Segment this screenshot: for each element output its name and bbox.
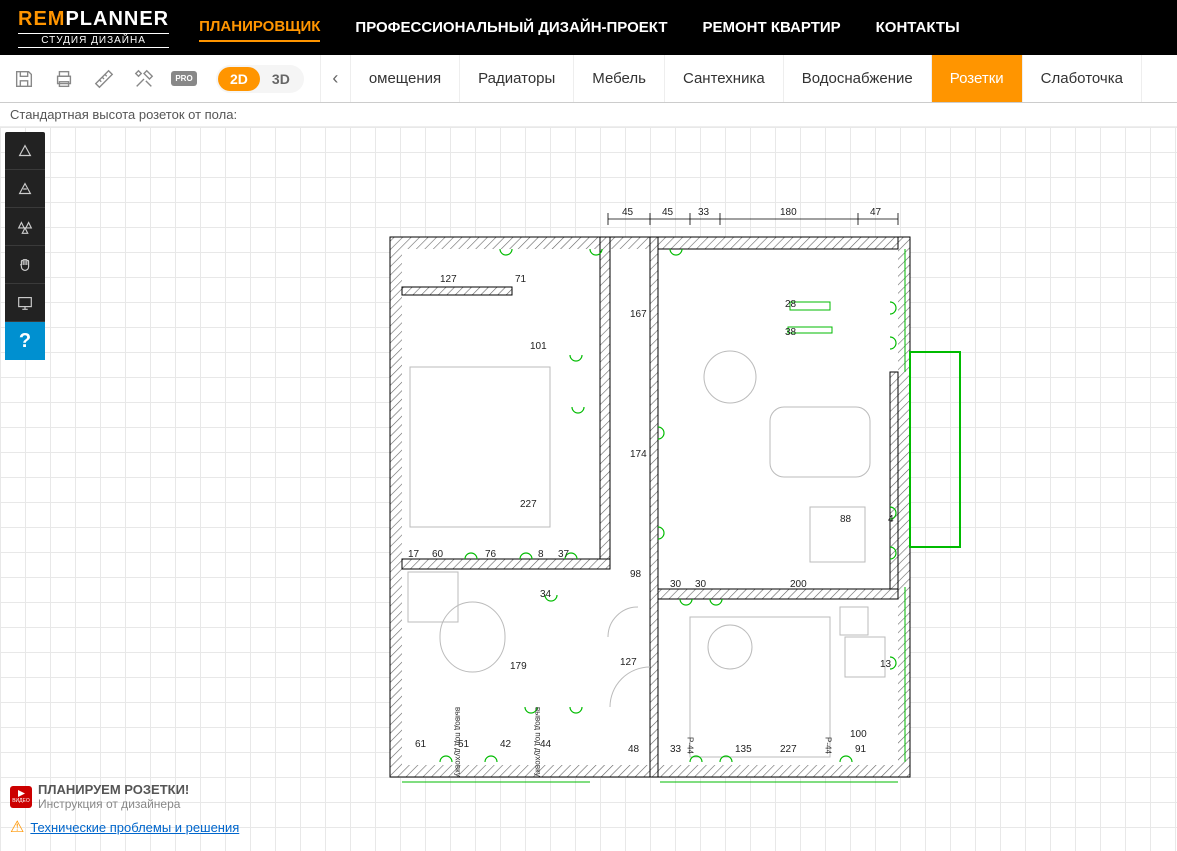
logo-planner: PLANNER [65,8,169,30]
cat-plumbing[interactable]: Сантехника [665,55,784,102]
logo-sub: СТУДИЯ ДИЗАЙНА [18,33,169,48]
side-toolbar: ? [5,132,45,360]
svg-text:37: 37 [558,549,570,560]
svg-text:48: 48 [628,744,640,755]
svg-text:30: 30 [670,579,682,590]
cat-water[interactable]: Водоснабжение [784,55,932,102]
logo[interactable]: REMPLANNER СТУДИЯ ДИЗАЙНА [18,8,169,48]
svg-text:200: 200 [790,579,807,590]
svg-text:34: 34 [540,589,552,600]
save-icon[interactable] [8,63,40,95]
tools-icon[interactable] [128,63,160,95]
tool-hand-icon[interactable] [5,246,45,284]
floorplan[interactable]: 45 45 33 180 47 127 71 167 28 38 101 174… [390,207,960,790]
svg-text:вывод под духовку: вывод под духовку [454,707,463,777]
svg-text:42: 42 [500,739,512,750]
svg-text:179: 179 [510,661,527,672]
svg-text:45: 45 [662,207,674,218]
main-area: ? [0,127,1177,851]
pro-badge[interactable]: PRO [168,63,200,95]
svg-text:98: 98 [630,569,642,580]
svg-text:P-44: P-44 [824,737,833,754]
view-toggle: 2D 3D [216,65,304,93]
svg-text:17: 17 [408,549,420,560]
svg-text:91: 91 [855,744,867,755]
svg-text:вывод под духовку: вывод под духовку [534,707,543,777]
nav-repair[interactable]: РЕМОНТ КВАРТИР [702,14,840,41]
toolbar: PRO 2D 3D ‹ омещения Радиаторы Мебель Са… [0,55,1177,103]
svg-text:167: 167 [630,309,647,320]
canvas[interactable]: ? [0,127,1177,851]
svg-text:174: 174 [630,449,647,460]
tool-brush-icon[interactable] [5,170,45,208]
nav-planner[interactable]: ПЛАНИРОВЩИК [199,13,320,42]
tool-triangles-icon[interactable] [5,208,45,246]
svg-text:P-44: P-44 [686,737,695,754]
svg-text:45: 45 [622,207,634,218]
svg-text:8: 8 [538,549,544,560]
svg-text:100: 100 [850,729,867,740]
svg-text:38: 38 [785,327,797,338]
svg-text:227: 227 [780,744,797,755]
nav-contacts[interactable]: КОНТАКТЫ [876,14,960,41]
top-nav: REMPLANNER СТУДИЯ ДИЗАЙНА ПЛАНИРОВЩИК ПР… [0,0,1177,55]
svg-text:88: 88 [840,514,852,525]
svg-text:127: 127 [440,274,457,285]
cat-sockets[interactable]: Розетки [932,55,1023,102]
svg-text:4: 4 [888,514,894,525]
cat-furniture[interactable]: Мебель [574,55,665,102]
svg-text:227: 227 [520,499,537,510]
cat-radiators[interactable]: Радиаторы [460,55,574,102]
tech-issues-link[interactable]: Технические проблемы и решения [30,820,239,835]
tool-triangle-icon[interactable] [5,132,45,170]
svg-text:30: 30 [695,579,707,590]
svg-text:71: 71 [515,274,527,285]
svg-text:47: 47 [870,207,882,218]
svg-text:135: 135 [735,744,752,755]
view-3d-button[interactable]: 3D [260,67,302,91]
cat-rooms[interactable]: омещения [350,55,460,102]
ruler-icon[interactable] [88,63,120,95]
svg-text:76: 76 [485,549,497,560]
tool-help-button[interactable]: ? [5,322,45,360]
footer-title[interactable]: ПЛАНИРУЕМ РОЗЕТКИ! [38,782,189,797]
svg-text:28: 28 [785,299,797,310]
status-bar: Стандартная высота розеток от пола: [0,103,1177,127]
svg-text:127: 127 [620,657,637,668]
nav-pro-design[interactable]: ПРОФЕССИОНАЛЬНЫЙ ДИЗАЙН-ПРОЕКТ [355,14,667,41]
svg-text:33: 33 [670,744,682,755]
logo-rem: REM [18,8,65,30]
footer-sub: Инструкция от дизайнера [38,797,189,811]
svg-text:13: 13 [880,659,892,670]
print-icon[interactable] [48,63,80,95]
view-2d-button[interactable]: 2D [218,67,260,91]
warning-icon: ⚠ [10,817,24,837]
svg-text:180: 180 [780,207,797,218]
svg-text:101: 101 [530,341,547,352]
tool-screen-icon[interactable] [5,284,45,322]
youtube-icon[interactable]: ВИДЕО [10,786,32,808]
scroll-left-icon[interactable]: ‹ [320,55,350,102]
footer-links: ВИДЕО ПЛАНИРУЕМ РОЗЕТКИ! Инструкция от д… [10,782,239,843]
svg-text:60: 60 [432,549,444,560]
svg-text:61: 61 [415,739,427,750]
svg-text:33: 33 [698,207,710,218]
cat-lowvoltage[interactable]: Слаботочка [1023,55,1142,102]
